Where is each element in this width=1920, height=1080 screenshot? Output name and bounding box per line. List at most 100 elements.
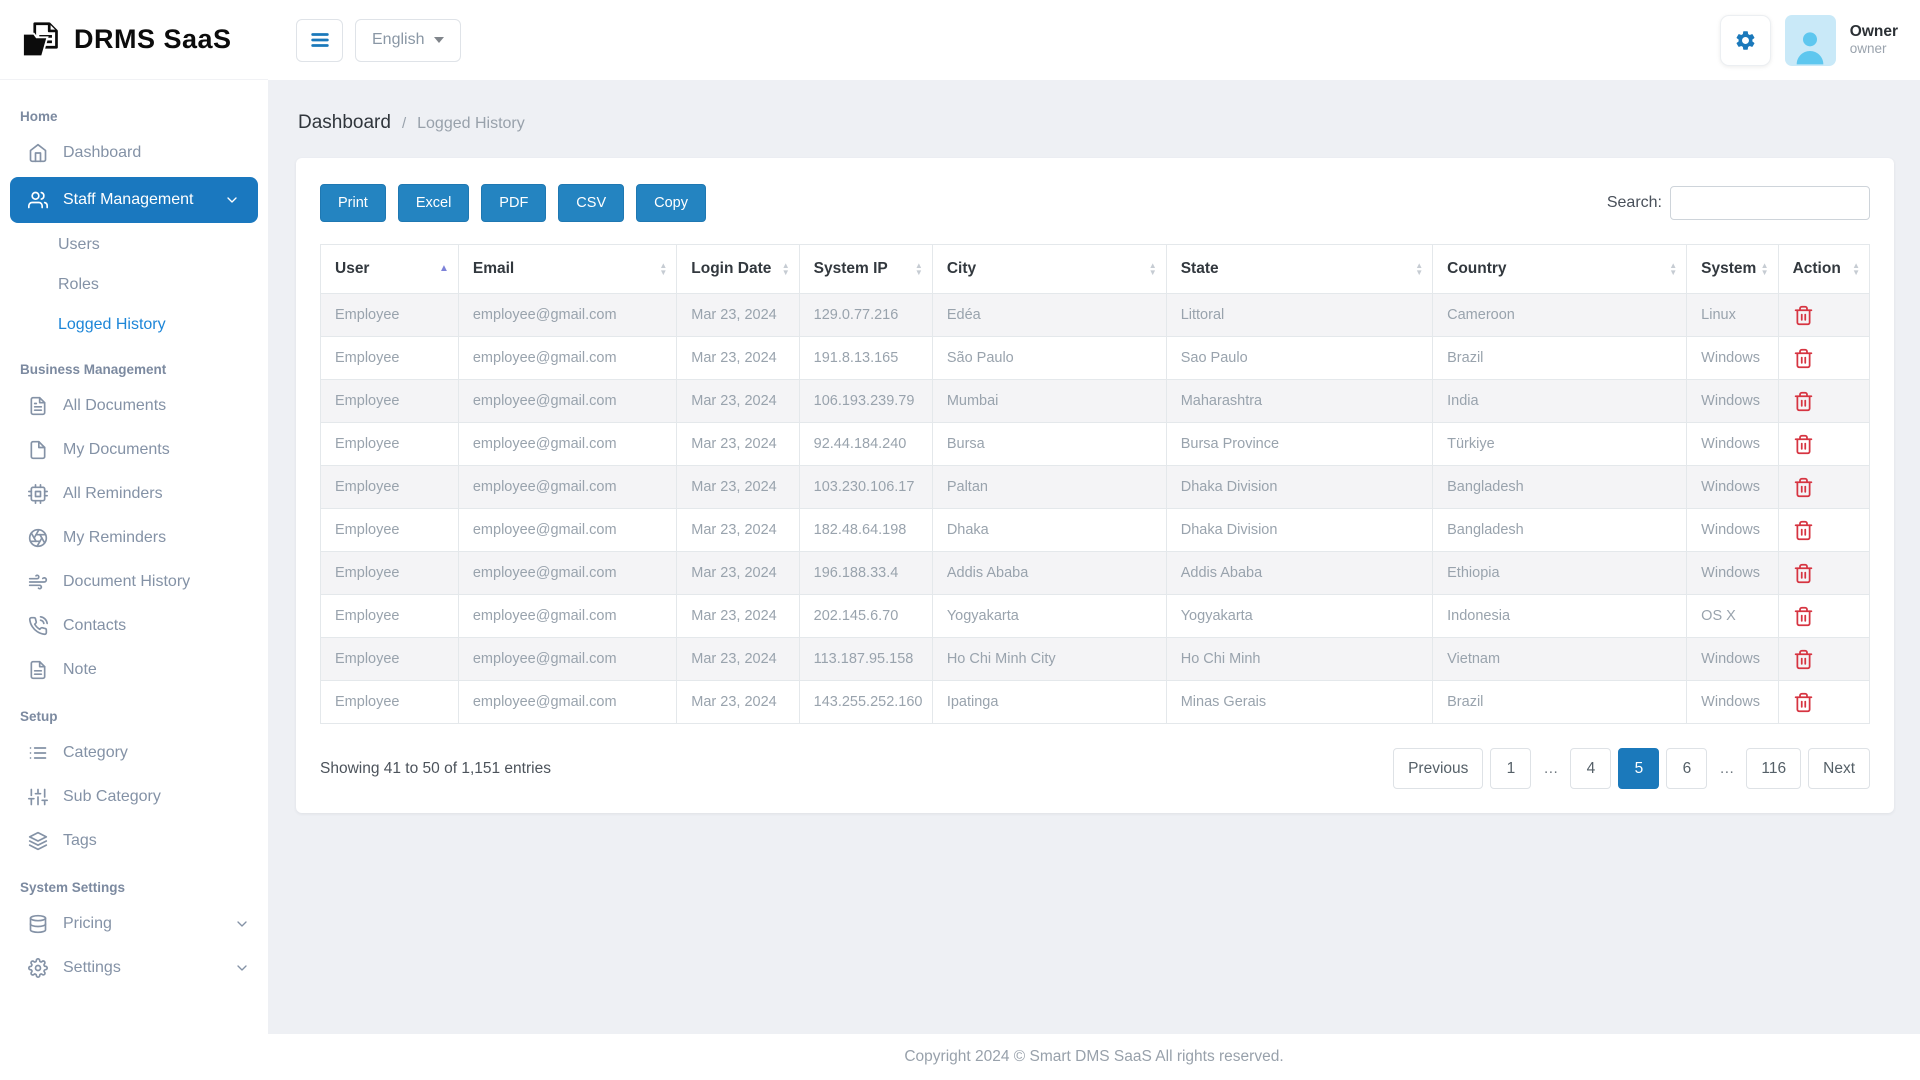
sort-icon: ▲▼ [915, 262, 923, 276]
cell-state: Ho Chi Minh [1166, 638, 1432, 681]
cell-user: Employee [321, 509, 459, 552]
copy-button[interactable]: Copy [636, 184, 706, 222]
cell-login_date: Mar 23, 2024 [677, 681, 799, 724]
pagination: Previous1…456…116Next [1393, 748, 1870, 789]
pdf-button[interactable]: PDF [481, 184, 546, 222]
sidebar-subitem-logged-history[interactable]: Logged History [0, 305, 268, 345]
sidebar-item-all-reminders[interactable]: All Reminders [0, 472, 268, 516]
sidebar-item-note[interactable]: Note [0, 648, 268, 692]
app-window: DRMS SaaS HomeDashboardStaff ManagementU… [0, 0, 1920, 1080]
language-selector[interactable]: English [355, 19, 461, 62]
csv-button[interactable]: CSV [558, 184, 624, 222]
column-header-country[interactable]: Country▲▼ [1433, 245, 1687, 294]
column-header-label: Country [1447, 260, 1506, 277]
cell-state: Dhaka Division [1166, 509, 1432, 552]
page-button-5[interactable]: 5 [1618, 748, 1659, 789]
column-header-label: Action [1793, 260, 1841, 277]
breadcrumb-dashboard-link[interactable]: Dashboard [298, 112, 391, 134]
cell-state: Dhaka Division [1166, 466, 1432, 509]
delete-row-button[interactable] [1793, 434, 1814, 455]
sidebar-item-my-documents[interactable]: My Documents [0, 428, 268, 472]
chevron-down-icon [224, 192, 240, 208]
footer: Copyright 2024 © Smart DMS SaaS All righ… [268, 1034, 1920, 1080]
sidebar-item-contacts[interactable]: Contacts [0, 604, 268, 648]
avatar[interactable] [1785, 15, 1836, 66]
cell-email: employee@gmail.com [458, 294, 676, 337]
sidebar-item-sub-category[interactable]: Sub Category [0, 775, 268, 819]
phone-icon [28, 616, 48, 636]
cell-action [1778, 681, 1869, 724]
sidebar-item-category[interactable]: Category [0, 731, 268, 775]
delete-row-button[interactable] [1793, 692, 1814, 713]
page-button-116[interactable]: 116 [1746, 748, 1801, 789]
cell-country: Bangladesh [1433, 466, 1687, 509]
cell-system: Linux [1687, 294, 1778, 337]
sidebar-item-label: Sub Category [63, 788, 161, 806]
delete-row-button[interactable] [1793, 606, 1814, 627]
sidebar-subitem-users[interactable]: Users [0, 225, 268, 265]
cell-system: Windows [1687, 466, 1778, 509]
print-button[interactable]: Print [320, 184, 386, 222]
next-page-button[interactable]: Next [1808, 748, 1870, 789]
brand-logo[interactable]: DRMS SaaS [0, 0, 268, 80]
cell-city: Mumbai [932, 380, 1166, 423]
cell-system_ip: 182.48.64.198 [799, 509, 932, 552]
language-selector-value: English [372, 31, 424, 49]
cell-user: Employee [321, 638, 459, 681]
sidebar-item-document-history[interactable]: Document History [0, 560, 268, 604]
cell-system: Windows [1687, 681, 1778, 724]
delete-row-button[interactable] [1793, 649, 1814, 670]
search-input[interactable] [1670, 186, 1870, 220]
previous-page-button[interactable]: Previous [1393, 748, 1483, 789]
page-button-1[interactable]: 1 [1490, 748, 1531, 789]
sidebar-item-tags[interactable]: Tags [0, 819, 268, 863]
cell-city: Bursa [932, 423, 1166, 466]
wind-icon [28, 572, 48, 592]
column-header-action[interactable]: Action▲▼ [1778, 245, 1869, 294]
excel-button[interactable]: Excel [398, 184, 469, 222]
column-header-user[interactable]: User▲ [321, 245, 459, 294]
sidebar-section-setup: Setup [0, 692, 268, 731]
cell-action [1778, 423, 1869, 466]
sidebar-toggle-button[interactable] [296, 19, 343, 62]
sidebar-item-my-reminders[interactable]: My Reminders [0, 516, 268, 560]
sidebar-item-dashboard[interactable]: Dashboard [0, 131, 268, 175]
table-header-row: User▲Email▲▼Login Date▲▼System IP▲▼City▲… [321, 245, 1870, 294]
settings-quick-button[interactable] [1720, 15, 1771, 66]
cell-user: Employee [321, 681, 459, 724]
sort-icon: ▲▼ [1149, 262, 1157, 276]
entries-summary: Showing 41 to 50 of 1,151 entries [320, 760, 551, 778]
sidebar-item-staff-management[interactable]: Staff Management [10, 177, 258, 223]
delete-row-button[interactable] [1793, 563, 1814, 584]
file-icon [28, 440, 48, 460]
sidebar-subitem-roles[interactable]: Roles [0, 265, 268, 305]
delete-row-button[interactable] [1793, 348, 1814, 369]
column-header-city[interactable]: City▲▼ [932, 245, 1166, 294]
column-header-state[interactable]: State▲▼ [1166, 245, 1432, 294]
topbar: English Owner owner [268, 0, 1920, 80]
page-button-6[interactable]: 6 [1666, 748, 1707, 789]
sidebar-item-settings[interactable]: Settings [0, 946, 268, 990]
cell-system_ip: 196.188.33.4 [799, 552, 932, 595]
column-header-email[interactable]: Email▲▼ [458, 245, 676, 294]
column-header-system_ip[interactable]: System IP▲▼ [799, 245, 932, 294]
table-row: Employeeemployee@gmail.comMar 23, 202418… [321, 509, 1870, 552]
cell-system_ip: 103.230.106.17 [799, 466, 932, 509]
column-header-label: User [335, 260, 369, 277]
cell-system: Windows [1687, 552, 1778, 595]
file-text-icon [28, 396, 48, 416]
sort-icon: ▲▼ [1761, 262, 1769, 276]
page-button-4[interactable]: 4 [1570, 748, 1611, 789]
cell-user: Employee [321, 595, 459, 638]
delete-row-button[interactable] [1793, 305, 1814, 326]
column-header-system[interactable]: System▲▼ [1687, 245, 1778, 294]
column-header-login_date[interactable]: Login Date▲▼ [677, 245, 799, 294]
delete-row-button[interactable] [1793, 477, 1814, 498]
sidebar-item-pricing[interactable]: Pricing [0, 902, 268, 946]
delete-row-button[interactable] [1793, 520, 1814, 541]
table-search: Search: [1607, 186, 1870, 220]
note-icon [28, 660, 48, 680]
delete-row-button[interactable] [1793, 391, 1814, 412]
cell-login_date: Mar 23, 2024 [677, 638, 799, 681]
sidebar-item-all-documents[interactable]: All Documents [0, 384, 268, 428]
